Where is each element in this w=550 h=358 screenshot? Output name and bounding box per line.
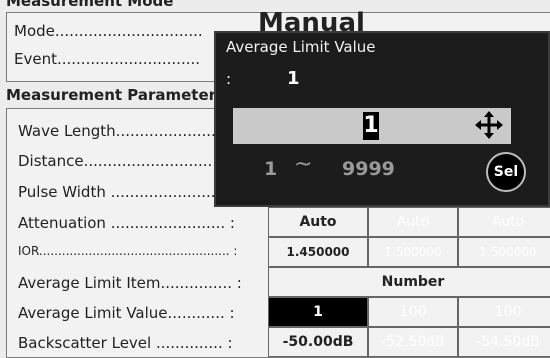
- dialog-colon: :: [226, 70, 232, 88]
- average-limit-item-cell[interactable]: Number: [268, 267, 550, 297]
- range-min: 1: [264, 158, 278, 180]
- input-cursor-digit[interactable]: 1: [363, 112, 379, 140]
- range-tilde: ~: [294, 152, 313, 177]
- measurement-parameter-title: Measurement Parameter: [6, 86, 217, 104]
- ior-label: IOR.....................................…: [18, 244, 238, 258]
- pulse-width-label: Pulse Width .......................: [18, 183, 221, 201]
- backscatter-level-cell[interactable]: -52.50dB: [368, 327, 458, 357]
- attenuation-cell[interactable]: Auto: [458, 207, 550, 237]
- average-limit-item-label: Average Limit Item............... :: [18, 274, 242, 292]
- measurement-mode-title: Measurement Mode: [6, 0, 174, 10]
- average-limit-value-cell[interactable]: 100: [458, 297, 550, 327]
- move-arrows-icon[interactable]: [474, 110, 504, 140]
- backscatter-level-cell[interactable]: -50.00dB: [268, 327, 368, 357]
- ior-cell[interactable]: 1.500000: [458, 237, 550, 267]
- ior-cell[interactable]: 1.500000: [368, 237, 458, 267]
- attenuation-cell[interactable]: Auto: [268, 207, 368, 237]
- average-limit-value-cell-selected[interactable]: 1: [268, 297, 368, 327]
- average-limit-value-cell[interactable]: 100: [368, 297, 458, 327]
- event-label: Event..............................: [14, 50, 201, 68]
- backscatter-level-cell[interactable]: -54.50dB: [458, 327, 550, 357]
- attenuation-cell[interactable]: Auto: [368, 207, 458, 237]
- select-button[interactable]: Sel: [486, 152, 526, 192]
- mode-label: Mode...............................: [14, 22, 203, 40]
- range-max: 9999: [342, 158, 395, 180]
- wave-length-label: Wave Length.....................: [18, 122, 216, 140]
- dialog-current-value: 1: [287, 68, 300, 89]
- dialog-title: Average Limit Value: [226, 38, 376, 56]
- average-limit-value-label: Average Limit Value............ :: [18, 304, 235, 322]
- backscatter-level-label: Backscatter Level .............. :: [18, 334, 233, 352]
- distance-label: Distance............................: [18, 152, 218, 170]
- ior-cell[interactable]: 1.450000: [268, 237, 368, 267]
- attenuation-label: Attenuation ........................ :: [18, 214, 235, 232]
